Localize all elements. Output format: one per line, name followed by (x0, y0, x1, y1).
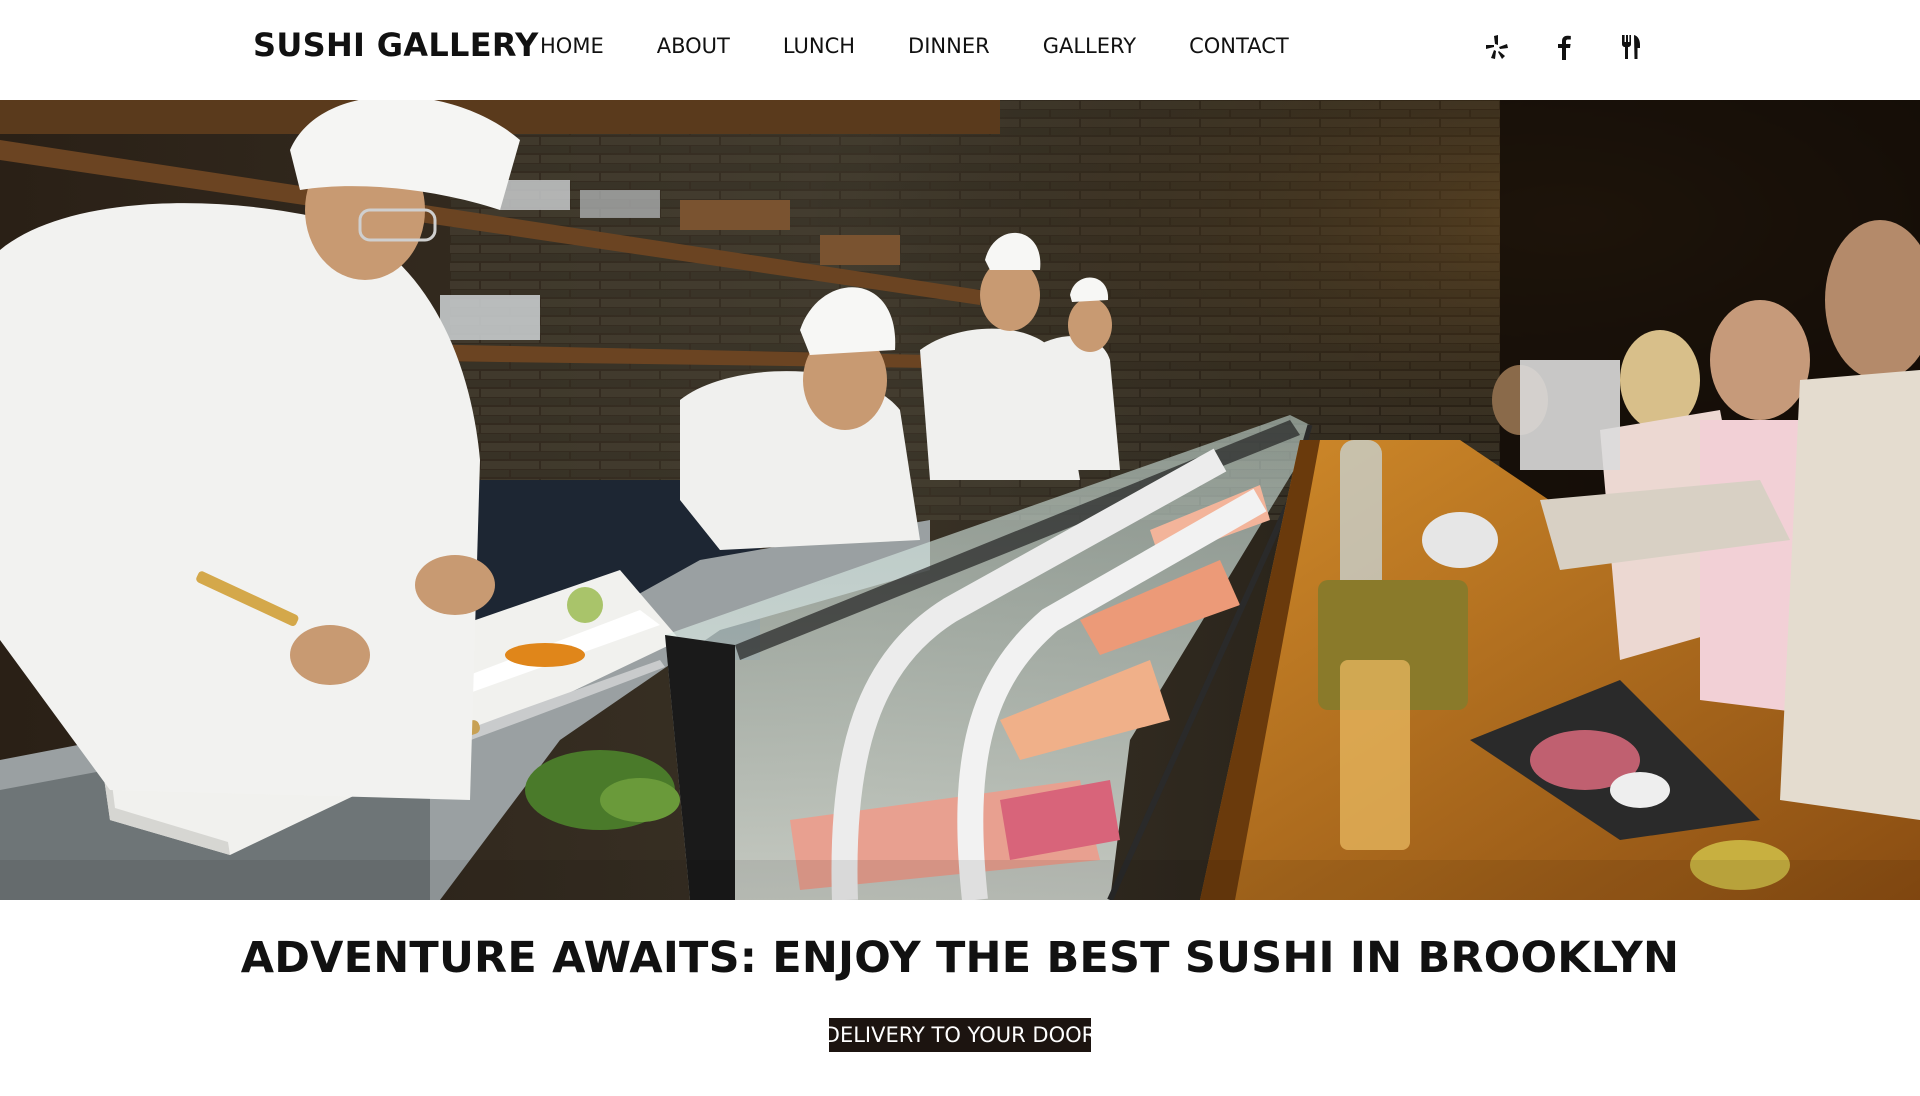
facebook-icon[interactable] (1547, 30, 1581, 64)
social-links (1480, 30, 1681, 64)
nav-about[interactable]: ABOUT (657, 34, 730, 58)
site-logo[interactable]: SUSHI GALLERY (253, 26, 539, 64)
main-nav: HOME ABOUT LUNCH DINNER GALLERY CONTACT (540, 34, 1342, 58)
nav-contact[interactable]: CONTACT (1189, 34, 1289, 58)
hero-image (0, 100, 1920, 900)
nav-dinner[interactable]: DINNER (908, 34, 990, 58)
fork-knife-icon[interactable] (1614, 30, 1648, 64)
nav-gallery[interactable]: GALLERY (1043, 34, 1136, 58)
nav-lunch[interactable]: LUNCH (783, 34, 855, 58)
site-header: SUSHI GALLERY HOME ABOUT LUNCH DINNER GA… (0, 0, 1920, 100)
page-headline: ADVENTURE AWAITS: ENJOY THE BEST SUSHI I… (240, 933, 1680, 983)
yelp-icon[interactable] (1480, 30, 1514, 64)
nav-home[interactable]: HOME (540, 34, 604, 58)
delivery-button[interactable]: DELIVERY TO YOUR DOOR (824, 1018, 1096, 1052)
